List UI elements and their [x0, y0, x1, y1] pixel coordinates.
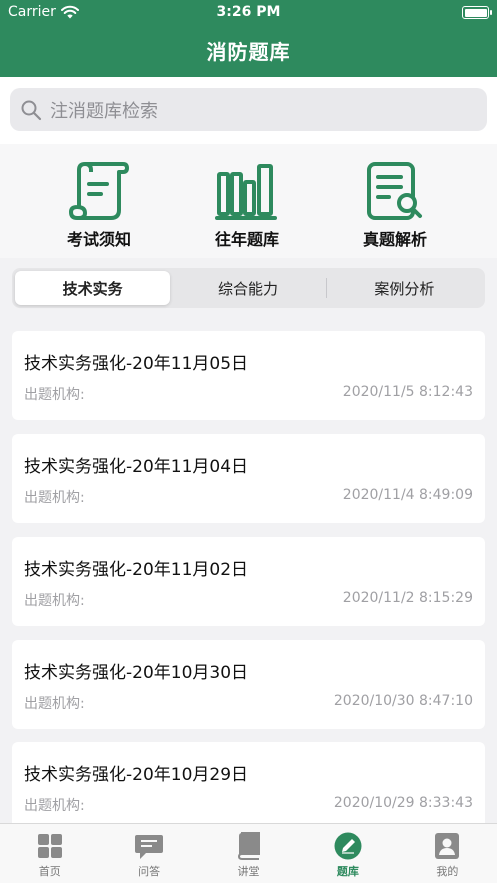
category-segmented-control: 技术实务 综合能力 案例分析 — [12, 268, 485, 308]
list-item[interactable]: 技术实务强化-20年11月05日 出题机构: 2020/11/5 8:12:43 — [12, 331, 485, 420]
tab-profile[interactable]: 我的 — [398, 824, 497, 883]
document-search-icon — [367, 162, 422, 220]
exam-org-label: 出题机构: — [24, 798, 85, 814]
tab-case-analysis[interactable]: 案例分析 — [327, 271, 482, 305]
tab-technical-practice[interactable]: 技术实务 — [15, 271, 171, 305]
exam-timestamp: 2020/11/2 8:15:29 — [342, 590, 473, 606]
search-input[interactable]: 注消题库检索 — [10, 88, 487, 131]
exam-org-label: 出题机构: — [24, 387, 85, 403]
tab-home[interactable]: 首页 — [0, 824, 99, 883]
list-item[interactable]: 技术实务强化-20年11月02日 出题机构: 2020/11/2 8:15:29 — [12, 537, 485, 626]
grid-icon — [37, 834, 62, 858]
exam-timestamp: 2020/11/4 8:49:09 — [342, 487, 473, 503]
tab-label: 问答 — [138, 865, 161, 878]
quick-links: 考试须知 往年题库 真题解析 — [0, 144, 497, 258]
tab-qa[interactable]: 问答 — [99, 824, 198, 883]
book-icon — [237, 832, 260, 860]
tab-comprehensive-ability[interactable]: 综合能力 — [170, 271, 325, 305]
profile-icon — [435, 833, 460, 859]
list-item[interactable]: 技术实务强化-20年11月04日 出题机构: 2020/11/4 8:49:09 — [12, 434, 485, 523]
quick-link-label: 考试须知 — [66, 230, 131, 249]
exam-timestamp: 2020/10/29 8:33:43 — [333, 795, 473, 811]
scroll-icon — [69, 162, 129, 220]
search-section: 注消题库检索 — [0, 77, 497, 144]
books-icon — [215, 164, 277, 220]
tab-label: 题库 — [336, 865, 359, 878]
exam-title: 技术实务强化-20年11月04日 — [24, 457, 249, 477]
quick-link-past-exams[interactable]: 往年题库 — [187, 160, 307, 250]
quick-link-exam-notice[interactable]: 考试须知 — [39, 160, 159, 250]
status-bar: Carrier 3:26 PM — [0, 0, 497, 26]
exam-org-label: 出题机构: — [24, 696, 85, 712]
bottom-tab-bar: 首页 问答 讲堂 题库 我的 — [0, 823, 497, 883]
tab-label: 首页 — [38, 865, 61, 878]
search-icon — [21, 100, 42, 120]
exam-title: 技术实务强化-20年10月29日 — [24, 765, 249, 785]
list-item[interactable]: 技术实务强化-20年10月30日 出题机构: 2020/10/30 8:47:1… — [12, 640, 485, 729]
page-title: 消防题库 — [206, 40, 291, 64]
list-item[interactable]: 技术实务强化-20年10月29日 出题机构: 2020/10/29 8:33:4… — [12, 742, 485, 831]
tab-lecture[interactable]: 讲堂 — [199, 824, 298, 883]
status-time: 3:26 PM — [216, 4, 281, 20]
tab-label: 我的 — [436, 865, 459, 878]
exam-org-label: 出题机构: — [24, 593, 85, 609]
search-placeholder: 注消题库检索 — [50, 100, 158, 122]
battery-icon — [462, 6, 492, 19]
quick-link-label: 真题解析 — [362, 230, 427, 249]
exam-title: 技术实务强化-20年10月30日 — [24, 663, 249, 683]
quick-link-exam-analysis[interactable]: 真题解析 — [335, 160, 455, 250]
pencil-icon — [334, 832, 362, 860]
tab-question-bank[interactable]: 题库 — [298, 824, 397, 883]
exam-title: 技术实务强化-20年11月02日 — [24, 560, 249, 580]
exam-timestamp: 2020/11/5 8:12:43 — [342, 384, 473, 400]
exam-timestamp: 2020/10/30 8:47:10 — [333, 693, 473, 709]
app-header: Carrier 3:26 PM 消防题库 — [0, 0, 497, 77]
exam-org-label: 出题机构: — [24, 490, 85, 506]
chat-icon — [135, 835, 164, 859]
quick-link-label: 往年题库 — [214, 230, 279, 249]
tab-label: 讲堂 — [237, 865, 260, 878]
exam-title: 技术实务强化-20年11月05日 — [24, 354, 249, 374]
